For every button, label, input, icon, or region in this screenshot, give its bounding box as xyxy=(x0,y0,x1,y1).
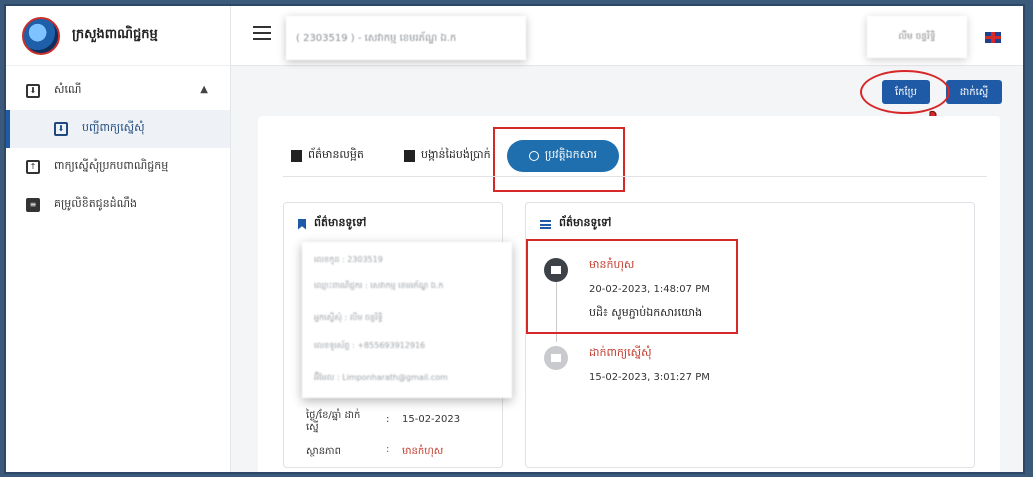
info-label: ឈ្មោះពាណិជ្ជករ xyxy=(314,281,363,290)
document-icon xyxy=(291,150,302,162)
app-window: ក្រសួងពាណិជ្ជកម្ម ⬇ សំណើ ▲ ⬇ បញ្ជីពាក្យស… xyxy=(4,4,1025,474)
info-value: សេវាកម្ម ខេមរភ័ណ្ឌ ឯ.ក xyxy=(370,281,444,290)
chevron-up-icon[interactable]: ▲ xyxy=(200,84,208,95)
heading-text: ព័ត៌មានទូទៅ xyxy=(559,216,612,229)
blurred-info-box: លេខកូដ : 2303519 ឈ្មោះពាណិជ្ជករ : សេវាកម… xyxy=(302,242,512,398)
tab-label: ព័ត៌មានលម្អិត xyxy=(308,148,364,161)
separator: : xyxy=(352,341,355,350)
info-row: អ៊ីមែល : Limponharath@gmail.com xyxy=(314,372,448,384)
inbox-icon: ⬇ xyxy=(54,122,68,136)
user-menu[interactable]: លីម ចន្ទរិទ្ធិ xyxy=(867,16,967,58)
timeline-date: 15-02-2023, 3:01:27 PM xyxy=(589,372,710,383)
status-label: ស្ថានភាព xyxy=(306,446,341,457)
highlight-ellipse xyxy=(860,70,950,114)
submit-date-colon: : xyxy=(386,414,390,425)
general-info-heading: ព័ត៌មានទូទៅ xyxy=(298,216,366,232)
sidebar-item-label: ពាក្យស្នើសុំប្រកបពាណិជ្ជកម្ម xyxy=(54,159,169,172)
ministry-logo xyxy=(22,16,60,55)
info-row: ឈ្មោះពាណិជ្ជករ : សេវាកម្ម ខេមរភ័ណ្ឌ ឯ.ក xyxy=(314,280,444,292)
tab-details[interactable]: ព័ត៌មានលម្អិត xyxy=(291,148,364,164)
brand-title: ក្រសួងពាណិជ្ជកម្ម xyxy=(72,27,158,42)
highlight-box-tab xyxy=(493,127,625,192)
info-value: លីម ចន្ទរិទ្ធិ xyxy=(349,313,383,322)
info-label: អ៊ីមែល xyxy=(314,373,335,382)
status-colon: : xyxy=(386,444,390,455)
submit-date-value: 15-02-2023 xyxy=(402,414,461,425)
document-icon: ≡ xyxy=(26,198,40,212)
file-upload-icon: ↑ xyxy=(26,160,40,174)
sidebar-item-business-application[interactable]: ↑ ពាក្យស្នើសុំប្រកបពាណិជ្ជកម្ម xyxy=(6,148,230,186)
inbox-icon: ⬇ xyxy=(26,84,40,98)
page-title: ( 2303519 ) - សេវាកម្ម ខេមរភ័ណ្ឌ ឯ.ក xyxy=(286,16,526,60)
sidebar-item-label: បញ្ជីពាក្យស្នើសុំ xyxy=(82,121,145,134)
sidebar-item-request-list[interactable]: ⬇ បញ្ជីពាក្យស្នើសុំ xyxy=(6,110,230,148)
topbar: ( 2303519 ) - សេវាកម្ម ខេមរភ័ណ្ឌ ឯ.ក លីម… xyxy=(231,6,1023,66)
heading-text: ព័ត៌មានទូទៅ xyxy=(314,216,367,229)
list-icon xyxy=(540,219,551,229)
info-row: លេខកូដ : 2303519 xyxy=(314,254,383,266)
sidebar-item-label: សំណើ xyxy=(54,83,82,96)
history-heading: ព័ត៌មានទូទៅ xyxy=(540,216,611,232)
menu-icon[interactable] xyxy=(253,26,271,40)
sidebar: ក្រសួងពាណិជ្ជកម្ម ⬇ សំណើ ▲ ⬇ បញ្ជីពាក្យស… xyxy=(6,6,231,472)
separator: : xyxy=(336,373,340,382)
info-row: លេខទូរស័ព្ទ : +855693912916 xyxy=(314,340,425,352)
edit-doc-icon xyxy=(544,346,568,370)
separator: : xyxy=(364,281,368,290)
separator: : xyxy=(341,255,345,264)
info-label: អ្នកស្នើសុំ xyxy=(314,313,342,322)
sidebar-item-notice-templates[interactable]: ≡ គម្រូលិខិតជូនដំណឹង xyxy=(6,186,230,224)
info-label: លេខទូរស័ព្ទ xyxy=(314,341,350,350)
receipt-icon xyxy=(404,150,415,162)
tab-label: បង្កាន់ដៃបង់ប្រាក់ xyxy=(421,148,491,161)
info-value: 2303519 xyxy=(347,255,383,264)
highlight-box-timeline xyxy=(526,239,738,334)
info-value: Limponharath@gmail.com xyxy=(342,373,448,382)
tab-divider xyxy=(283,176,987,177)
info-value: +855693912916 xyxy=(357,341,426,350)
sidebar-item-label: គម្រូលិខិតជូនដំណឹង xyxy=(54,197,138,210)
bookmark-icon xyxy=(298,218,306,230)
info-row: អ្នកស្នើសុំ : លីម ចន្ទរិទ្ធិ xyxy=(314,312,383,324)
separator: : xyxy=(344,313,348,322)
status-value: មានកំហុស xyxy=(402,446,444,457)
uk-flag-icon[interactable] xyxy=(985,32,1001,43)
tab-payment-receipt[interactable]: បង្កាន់ដៃបង់ប្រាក់ xyxy=(404,148,491,164)
submit-date-label: ថ្ងៃ/ខែ/ឆ្នាំ ដាក់ស្នើ xyxy=(306,410,361,433)
timeline-title: ដាក់ពាក្យស្នើសុំ xyxy=(589,346,652,359)
submit-button[interactable]: ដាក់ស្នើ xyxy=(946,80,1002,104)
sidebar-item-requests[interactable]: ⬇ សំណើ ▲ xyxy=(6,72,230,110)
info-label: លេខកូដ xyxy=(314,255,340,264)
brand[interactable]: ក្រសួងពាណិជ្ជកម្ម xyxy=(6,6,230,66)
